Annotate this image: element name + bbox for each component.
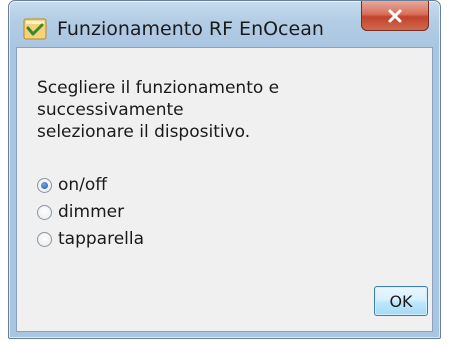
option-label: dimmer: [58, 202, 125, 222]
option-label: on/off: [58, 175, 108, 195]
dialog-window: Funzionamento RF EnOcean Scegliere il fu…: [8, 0, 441, 339]
option-on-off[interactable]: on/off: [37, 173, 107, 197]
window-title: Funzionamento RF EnOcean: [57, 18, 324, 40]
radio-on-off[interactable]: [37, 177, 52, 193]
title-bar[interactable]: Funzionamento RF EnOcean: [9, 1, 440, 47]
close-button[interactable]: [361, 1, 429, 31]
option-label: tapparella: [58, 229, 145, 249]
app-icon: [23, 18, 47, 40]
option-dimmer[interactable]: dimmer: [37, 200, 124, 224]
ok-button[interactable]: OK: [374, 286, 428, 316]
radio-tapparella[interactable]: [37, 231, 52, 247]
option-tapparella[interactable]: tapparella: [37, 227, 144, 251]
instruction-text: Scegliere il funzionamento e successivam…: [37, 78, 280, 142]
dialog-body: Scegliere il funzionamento e successivam…: [16, 47, 433, 332]
radio-dimmer[interactable]: [37, 204, 52, 220]
close-icon: [388, 9, 402, 22]
